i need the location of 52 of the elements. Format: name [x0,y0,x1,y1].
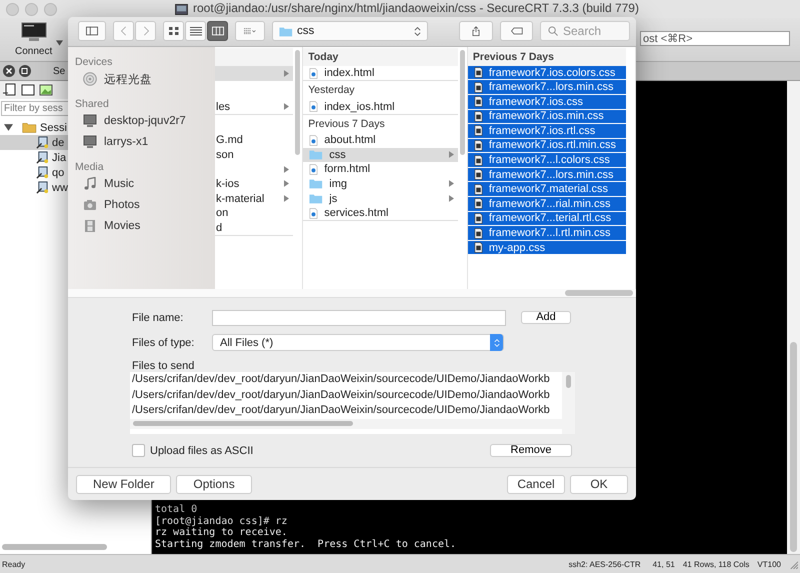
file-name: index.html [324,67,374,80]
file-name: d [216,222,222,234]
terminal-type: VT100 [757,560,781,568]
terminal-line: rz waiting to receive. [155,527,288,538]
file-name: img [329,178,347,190]
file-name: css [329,148,346,161]
sidebar-heading: Media [75,160,105,174]
file-name: G.md [216,134,243,146]
terminal-line: Starting zmodem transfer. Press Ctrl+C to cancel. [155,538,458,550]
file-name: framework7.material.css [488,183,608,196]
session-name: ww [52,182,68,194]
file-name: js [329,192,338,205]
file-name: framework7.ios.rtl.css [488,124,596,137]
field-label: Files to send [132,360,196,372]
terminal-line: total 0 [155,504,198,516]
terminal-line: [root@jiandao css]# rz [155,516,288,526]
file-name: k-ios [216,178,240,190]
file-name: son [216,148,234,161]
file-name: framework7...lors.min.css [488,81,614,94]
session-name: qo [52,166,64,178]
file-name: framework7...lors.min.css [488,168,614,181]
session-name: Jia [52,152,66,164]
status-text: Ready [2,560,26,568]
sidebar-heading: Shared [75,96,110,111]
file-name: framework7.ios.rtl.min.css [488,139,616,152]
file-name: framework7.ios.min.css [488,110,604,122]
terminal-size: 41 Rows, 118 Cols [682,560,750,568]
cursor-position: 41, 51 [652,560,675,568]
group-heading: Previous 7 Days [472,50,554,63]
field-label: Files of type: [132,336,196,349]
file-name: form.html [324,163,370,176]
cipher-text: ssh2: AES-256-CTR [568,560,641,568]
file-name: framework7...rial.min.css [488,198,610,210]
group-heading: Previous 7 Days [308,118,385,130]
group-heading: Today [308,50,338,63]
file-name: framework7.ios.colors.css [488,66,616,79]
session-name: de [52,136,64,148]
file-name: les [216,100,230,113]
file-name: framework7...l.colors.css [488,154,610,166]
file-name: my-app.css [488,242,546,254]
file-name: services.html [324,207,388,220]
field-label: File name: [132,312,184,324]
file-name: framework7.ios.css [488,96,583,108]
file-name: framework7...l.rtl.min.css [488,227,610,240]
file-name: on [216,207,228,220]
file-name: index_ios.html [324,100,395,113]
file-name: k-material [216,192,264,205]
window-title: root@jiandao:/usr/share/nginx/html/jiandaoweixin/css - SecureCRT 7.3.3 (build 779) [193,2,639,14]
file-name: about.html [324,134,376,146]
group-heading: Yesterday [308,84,355,96]
sidebar-heading: Devices [75,54,114,69]
file-name: framework7...terial.rtl.css [488,212,612,224]
